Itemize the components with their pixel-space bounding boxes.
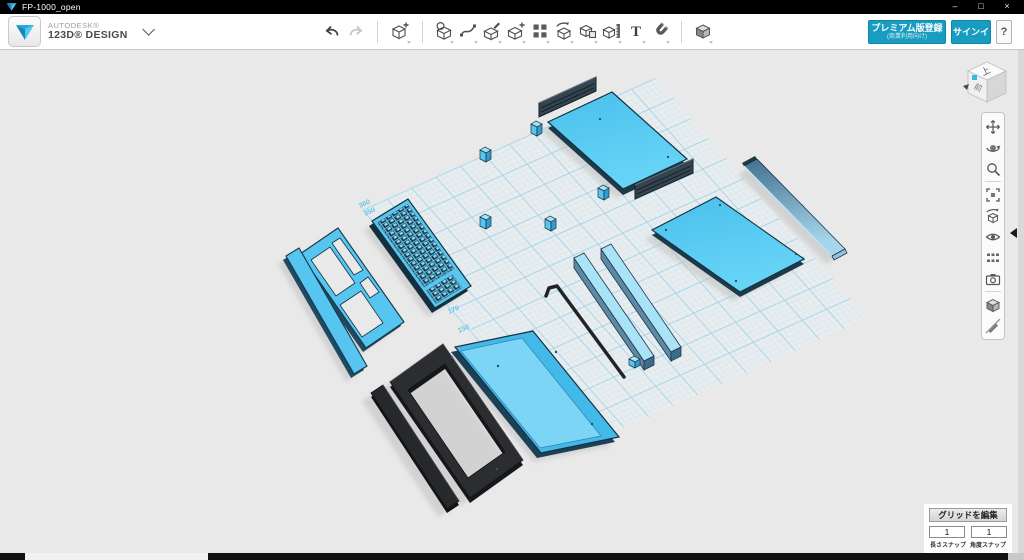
length-snap-input[interactable]: 1 <box>929 526 965 538</box>
angle-snap-label: 角度スナップ <box>969 540 1007 549</box>
pan-button[interactable] <box>982 116 1004 137</box>
grid-settings-panel: グリッドを編集 1 1 長さスナップ 角度スナップ <box>924 504 1012 553</box>
view-cube[interactable]: 上 前 <box>961 57 1013 109</box>
material-tool[interactable] <box>692 18 715 46</box>
construct-tool[interactable] <box>481 18 504 46</box>
menu-chevron-icon[interactable] <box>142 23 155 36</box>
redo-button[interactable] <box>345 18 368 46</box>
pattern-icon <box>530 21 550 41</box>
angle-snap-input[interactable]: 1 <box>971 526 1007 538</box>
undo-button[interactable] <box>321 18 344 46</box>
signin-button[interactable]: サインイン <box>951 20 991 44</box>
combine-tool[interactable] <box>577 18 600 46</box>
viewcube-edge-highlight[interactable] <box>972 75 977 80</box>
screenshot-button[interactable] <box>982 268 1004 289</box>
redo-icon <box>346 21 366 41</box>
modify-tool[interactable] <box>505 18 528 46</box>
part-small-bracket[interactable] <box>629 356 640 368</box>
primitives-icon <box>390 21 410 41</box>
sketch-visibility-button[interactable] <box>982 315 1004 336</box>
viewport-edge <box>1018 50 1024 553</box>
display-rows-icon <box>985 250 1001 266</box>
app-window: FP-1000_open – □ × AUTODESK® 123D® DESIG… <box>0 0 1024 560</box>
bottom-bar-segment-right <box>1008 553 1024 560</box>
look-at-icon <box>985 208 1001 224</box>
maximize-button[interactable]: □ <box>968 0 994 14</box>
orbit-button[interactable] <box>982 137 1004 158</box>
orbit-icon <box>985 140 1001 156</box>
snap-tool[interactable] <box>649 18 672 46</box>
viewport-3d[interactable]: 360 350 170 150 140 <box>0 50 1024 553</box>
grouping-tool[interactable] <box>553 18 576 46</box>
eye-icon <box>985 229 1001 245</box>
autodesk-123d-logo <box>8 16 41 47</box>
window-titlebar: FP-1000_open – □ × <box>0 0 1024 14</box>
spline-tool[interactable] <box>457 18 480 46</box>
pan-icon <box>985 119 1001 135</box>
sketch-tool[interactable] <box>433 18 456 46</box>
window-title: FP-1000_open <box>22 2 81 12</box>
text-icon: T <box>631 24 641 40</box>
app-menu[interactable]: AUTODESK® 123D® DESIGN <box>8 16 151 47</box>
view-toolbar <box>981 112 1005 340</box>
grouping-icon <box>554 21 574 41</box>
snap-icon <box>650 21 670 41</box>
panel-collapse-arrow[interactable] <box>1010 228 1017 238</box>
primitives-tool[interactable] <box>388 18 413 46</box>
premium-label: プレミアム版登録 <box>869 23 945 33</box>
bottom-bar <box>0 553 1024 560</box>
premium-register-button[interactable]: プレミアム版登録 (商業利用向け) <box>868 20 946 44</box>
modify-icon <box>506 21 526 41</box>
length-snap-label: 長さスナップ <box>929 540 967 549</box>
edit-grid-button[interactable]: グリッドを編集 <box>929 508 1007 522</box>
measure-icon <box>602 21 622 41</box>
spline-icon <box>458 21 478 41</box>
material-view-button[interactable] <box>982 294 1004 315</box>
sketch-visibility-icon <box>985 318 1001 334</box>
main-toolbar: AUTODESK® 123D® DESIGN <box>0 14 1024 50</box>
pattern-tool[interactable] <box>529 18 552 46</box>
minimize-button[interactable]: – <box>942 0 968 14</box>
close-button[interactable]: × <box>994 0 1020 14</box>
sketch-icon <box>434 21 454 41</box>
fit-button[interactable] <box>982 184 1004 205</box>
material-icon <box>693 21 713 41</box>
undo-icon <box>322 21 342 41</box>
app-logo-icon <box>6 2 17 12</box>
zoom-button[interactable] <box>982 158 1004 179</box>
visibility-button[interactable] <box>982 226 1004 247</box>
fit-icon <box>985 187 1001 203</box>
scene-svg: 360 350 170 150 140 <box>0 50 1024 553</box>
help-button[interactable]: ? <box>996 20 1012 44</box>
measure-tool[interactable] <box>601 18 624 46</box>
brand-product: 123D® DESIGN <box>48 30 128 41</box>
text-tool[interactable]: T <box>625 18 648 46</box>
camera-icon <box>985 271 1001 287</box>
display-rows-button[interactable] <box>982 247 1004 268</box>
look-at-button[interactable] <box>982 205 1004 226</box>
material-cube-icon <box>985 297 1001 313</box>
combine-icon <box>578 21 598 41</box>
construct-icon <box>482 21 502 41</box>
premium-sublabel: (商業利用向け) <box>869 33 945 41</box>
bottom-bar-segment <box>25 553 208 560</box>
zoom-icon <box>985 161 1001 177</box>
